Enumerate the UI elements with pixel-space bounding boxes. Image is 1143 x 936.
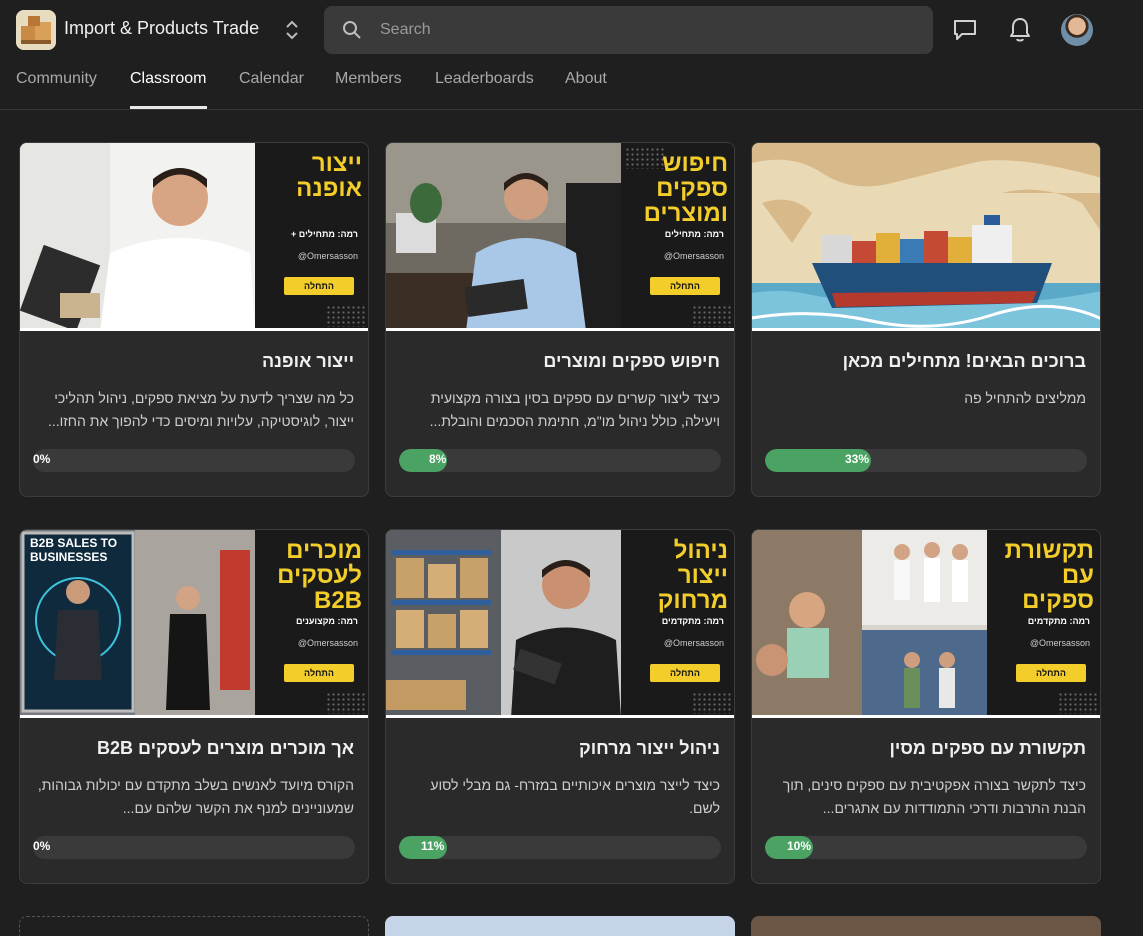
course-card[interactable]: ייצור אופנה רמה: מתחילים + @Omersasson ה… [19,142,369,497]
course-cover-image[interactable]: ייצור אופנה רמה: מתחילים + @Omersasson ה… [20,143,368,331]
cover-level: רמה: מתקדמים [1027,616,1090,626]
boxes-logo-icon[interactable] [16,10,56,50]
nav-tabs: Community Classroom Calendar Members Lea… [0,60,1143,110]
progress-bar: 0% [33,449,355,472]
search-icon [342,20,362,40]
instructor-photo [386,530,621,715]
cover-handle: @Omersasson [297,251,358,261]
progress-bar: 10% [765,836,1087,859]
progress-label: 8% [429,452,447,466]
cover-start-button: התחלה [650,664,720,682]
cover-title: תקשורת עם ספקים [1004,537,1094,614]
course-description: כיצד לתקשר בצורה אפקטיבית עם ספקים סינים… [782,777,1086,816]
progress-label: 0% [33,452,51,466]
dot-pattern [326,692,366,714]
progress-label: 33% [845,452,870,466]
cover-title: חיפוש ספקים ומוצרים [643,150,728,227]
course-description: ממליצים להתחיל פה [964,390,1086,406]
course-description: כל מה שצריך לדעת על מציאת ספקים, ניהול ת… [47,390,354,429]
instructor-photo [752,530,987,715]
cover-start-button: התחלה [1016,664,1086,682]
course-card[interactable]: ניהול ייצור מרחוק רמה: מתקדמים @Omersass… [385,529,735,884]
dot-pattern [692,692,732,714]
course-description: כיצד ליצור קשרים עם ספקים בסין בצורה מקצ… [429,390,720,429]
cover-title: מוכרים לעסקים B2B [277,537,362,614]
tab-community[interactable]: Community [16,70,97,88]
cover-title: ייצור אופנה [296,150,362,202]
course-title[interactable]: תקשורת עם ספקים מסין [764,738,1086,759]
course-description: הקורס מיועד לאנשים בשלב מתקדם עם יכולות … [37,777,354,816]
course-grid: ברוכים הבאים! מתחילים מכאן ממליצים להתחי… [0,110,1143,936]
course-title[interactable]: ניהול ייצור מרחוק [398,738,720,759]
tab-calendar[interactable]: Calendar [239,70,304,88]
course-cover-image[interactable]: חיפוש ספקים ומוצרים רמה: מתחילים @Omersa… [386,143,734,331]
cover-handle: @Omersasson [1029,638,1090,648]
course-title[interactable]: אך מוכרים מוצרים לעסקים B2B [32,738,354,759]
dot-pattern [326,305,366,327]
progress-label: 10% [787,839,812,853]
cover-title: ניהול ייצור מרחוק [657,537,728,614]
cover-start-button: התחלה [284,664,354,682]
course-card[interactable]: חיפוש ספקים ומוצרים רמה: מתחילים @Omersa… [385,142,735,497]
dot-pattern [692,305,732,327]
course-card[interactable]: ברוכים הבאים! מתחילים מכאן ממליצים להתחי… [751,142,1101,497]
dot-pattern [1058,692,1098,714]
avatar[interactable] [1061,14,1093,46]
course-cover-image[interactable]: ניהול ייצור מרחוק רמה: מתקדמים @Omersass… [386,530,734,718]
progress-label: 11% [421,839,445,853]
chevron-up-down-icon[interactable] [282,18,302,42]
course-card[interactable]: B2B SALES TO BUSINESSES מוכרים לעסקים B2… [19,529,369,884]
instructor-photo [20,143,255,328]
cover-level: רמה: מתחילים + [291,229,358,239]
cover-level: רמה: מתקדמים [661,616,724,626]
tab-about[interactable]: About [565,70,607,88]
tab-leaderboards[interactable]: Leaderboards [435,70,534,88]
cover-text-panel: תקשורת עם ספקים רמה: מתקדמים @Omersasson… [987,530,1100,715]
course-cover-image[interactable]: B2B SALES TO BUSINESSES מוכרים לעסקים B2… [20,530,368,718]
progress-bar: 11% [399,836,721,859]
poster-text: B2B SALES TO BUSINESSES [30,536,118,564]
bell-icon[interactable] [1008,16,1032,44]
course-card-partial[interactable] [385,916,735,936]
cover-level: רמה: מתחילים [664,229,724,239]
cover-text-panel: ייצור אופנה רמה: מתחילים + @Omersasson ה… [255,143,368,328]
course-cover-image[interactable] [752,143,1100,331]
course-title[interactable]: ייצור אופנה [32,351,354,372]
tab-classroom[interactable]: Classroom [130,70,206,88]
course-card-partial[interactable] [19,916,369,936]
cover-text-panel: חיפוש ספקים ומוצרים רמה: מתחילים @Omersa… [621,143,734,328]
community-name[interactable]: Import & Products Trade [64,18,259,39]
search-input[interactable] [324,6,933,54]
course-card-partial[interactable] [751,916,1101,936]
progress-bar: 0% [33,836,355,859]
active-tab-indicator [130,106,207,109]
course-title[interactable]: חיפוש ספקים ומוצרים [398,351,720,372]
instructor-photo [386,143,621,328]
course-card[interactable]: תקשורת עם ספקים רמה: מתקדמים @Omersasson… [751,529,1101,884]
cover-start-button: התחלה [650,277,720,295]
cover-level: רמה: מקצוענים [295,616,358,626]
progress-bar: 8% [399,449,721,472]
cover-handle: @Omersasson [663,251,724,261]
chat-icon[interactable] [952,18,978,42]
top-bar: Import & Products Trade Community Classr… [0,0,1143,110]
course-cover-image[interactable]: תקשורת עם ספקים רמה: מתקדמים @Omersasson… [752,530,1100,718]
cover-text-panel: ניהול ייצור מרחוק רמה: מתקדמים @Omersass… [621,530,734,715]
progress-bar: 33% [765,449,1087,472]
cover-handle: @Omersasson [663,638,724,648]
cover-start-button: התחלה [284,277,354,295]
cover-handle: @Omersasson [297,638,358,648]
course-description: כיצד לייצר מוצרים איכותיים במזרח- גם מבל… [430,777,720,816]
tab-members[interactable]: Members [335,70,402,88]
course-title[interactable]: ברוכים הבאים! מתחילים מכאן [764,351,1086,372]
progress-label: 0% [33,839,51,853]
instructor-photo: B2B SALES TO BUSINESSES [20,530,255,715]
cover-text-panel: מוכרים לעסקים B2B רמה: מקצוענים @Omersas… [255,530,368,715]
